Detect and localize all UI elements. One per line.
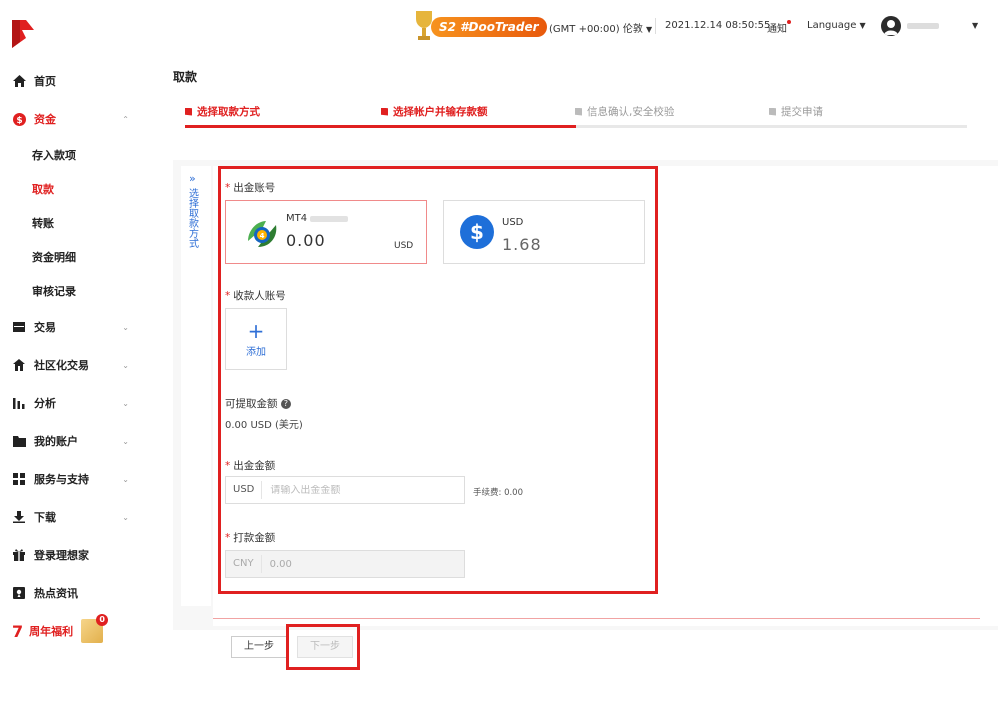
chevron-down-icon: ⌄ — [122, 474, 129, 484]
sidebar-item-label: 热点资讯 — [34, 587, 78, 600]
user-avatar[interactable] — [881, 16, 901, 36]
chevron-down-icon: ⌄ — [122, 322, 129, 332]
chevron-down-icon: ⌄ — [122, 360, 129, 370]
sidebar-item-label: 分析 — [34, 397, 56, 410]
flag-icon — [185, 107, 192, 116]
step-label: 选择取款方式 — [197, 106, 260, 118]
sidebar-item-ideal-home[interactable]: 登录理想家 — [0, 536, 155, 574]
notification-dot — [787, 20, 791, 24]
step-1: 选择取款方式 — [185, 104, 260, 119]
top-bar: S2 #DooTrader (GMT +00:00) 伦敦 ▼ 2021.12.… — [155, 0, 1002, 54]
language-select[interactable]: Language ▼ — [807, 20, 866, 31]
sidebar-item-label: 我的账户 — [34, 435, 78, 448]
notification-label: 通知 — [767, 24, 787, 35]
notification-link[interactable]: 通知 — [767, 20, 791, 35]
flag-icon — [381, 107, 388, 116]
progress-track — [185, 125, 967, 128]
sidebar-item-service[interactable]: 服务与支持 ⌄ — [0, 460, 155, 498]
folder-icon — [12, 434, 26, 448]
sidebar-item-home[interactable]: 首页 — [0, 62, 155, 100]
sidebar-item-social-trading[interactable]: 社区化交易 ⌄ — [0, 346, 155, 384]
sidebar-item-hot-news[interactable]: 热点资讯 — [0, 574, 155, 612]
brand-logo[interactable] — [12, 20, 34, 48]
chevron-down-icon: ⌄ — [122, 512, 129, 522]
dropdown-arrow-icon: ▼ — [646, 25, 653, 34]
funds-icon: $ — [12, 112, 26, 126]
highlight-box-next — [286, 624, 360, 670]
sidebar-item-trade[interactable]: 交易 ⌄ — [0, 308, 155, 346]
page-title: 取款 — [173, 70, 198, 84]
sidebar-item-label: 资金 — [34, 113, 56, 126]
flag-icon — [575, 107, 582, 116]
sidebar-subitem-audit-records[interactable]: 审核记录 — [0, 274, 155, 308]
download-icon — [12, 510, 26, 524]
user-icon — [884, 20, 898, 35]
gift-box-icon: 0 — [81, 614, 109, 643]
campaign-label: S2 #DooTrader — [431, 17, 547, 37]
sidebar-item-label: 下载 — [34, 511, 56, 524]
gift-icon — [12, 548, 26, 562]
separator — [655, 18, 656, 34]
language-label: Language — [807, 20, 857, 31]
divider — [213, 618, 980, 619]
home-icon — [12, 74, 26, 88]
timezone-select[interactable]: (GMT +00:00) 伦敦 ▼ — [549, 20, 652, 35]
social-home-icon — [12, 358, 26, 372]
sidebar-item-label: 首页 — [34, 75, 56, 88]
flag-icon — [769, 107, 776, 116]
chevron-up-icon: ⌃ — [122, 114, 129, 124]
step-2: 选择帐户并输存款额 — [381, 104, 488, 119]
stepper: 选择取款方式 选择帐户并输存款额 信息确认,安全校验 提交申请 — [185, 104, 967, 132]
collapsed-step-label: 选择取款方式 — [189, 189, 199, 250]
chevron-down-icon: ⌄ — [122, 436, 129, 446]
double-chevron-right-icon[interactable]: » — [189, 172, 196, 185]
step-label: 选择帐户并输存款额 — [393, 106, 488, 118]
step-label: 提交申请 — [781, 106, 823, 118]
sidebar-item-anniversary[interactable]: 7 周年福利 0 — [0, 612, 155, 650]
sidebar-subitem-deposit[interactable]: 存入款项 — [0, 138, 155, 172]
grid-icon — [12, 472, 26, 486]
sidebar-item-label: 登录理想家 — [34, 549, 89, 562]
user-name-redacted — [907, 23, 939, 29]
sidebar-item-my-accounts[interactable]: 我的账户 ⌄ — [0, 422, 155, 460]
sidebar-item-label: 社区化交易 — [34, 359, 89, 372]
sidebar-item-funds[interactable]: $ 资金 ⌃ — [0, 100, 155, 138]
progress-fill — [185, 125, 576, 128]
step-3: 信息确认,安全校验 — [575, 104, 674, 119]
sidebar-item-download[interactable]: 下载 ⌄ — [0, 498, 155, 536]
sidebar-subitem-fund-details[interactable]: 资金明细 — [0, 240, 155, 274]
sidebar: 首页 $ 资金 ⌃ 存入款项 取款 转账 资金明细 审核记录 交易 ⌄ 社区化交… — [0, 0, 155, 702]
dropdown-arrow-icon: ▼ — [859, 21, 866, 30]
user-menu-arrow-icon[interactable]: ▼ — [972, 21, 978, 30]
news-pin-icon — [12, 586, 26, 600]
anniversary-number: 7 — [12, 621, 24, 641]
collapsed-step-panel[interactable]: » 选择取款方式 — [181, 166, 211, 606]
datetime: 2021.12.14 08:50:55 — [665, 20, 771, 31]
sidebar-nav: 首页 $ 资金 ⌃ 存入款项 取款 转账 资金明细 审核记录 交易 ⌄ 社区化交… — [0, 62, 155, 650]
sidebar-subitem-withdraw[interactable]: 取款 — [0, 172, 155, 206]
sidebar-item-label: 交易 — [34, 321, 56, 334]
svg-text:$: $ — [16, 116, 22, 126]
prev-step-button[interactable]: 上一步 — [231, 636, 287, 658]
sidebar-item-label: 服务与支持 — [34, 473, 89, 486]
step-4: 提交申请 — [769, 104, 823, 119]
highlight-box-form — [218, 166, 658, 594]
campaign-badge[interactable]: S2 #DooTrader — [413, 9, 547, 45]
step-label: 信息确认,安全校验 — [587, 106, 675, 118]
sidebar-item-analysis[interactable]: 分析 ⌄ — [0, 384, 155, 422]
sidebar-subitem-transfer[interactable]: 转账 — [0, 206, 155, 240]
trade-icon — [12, 320, 26, 334]
sidebar-item-label: 周年福利 — [29, 625, 74, 638]
anniversary-badge: 0 — [96, 614, 109, 626]
timezone-value: (GMT +00:00) 伦敦 — [549, 24, 643, 35]
chevron-down-icon: ⌄ — [122, 398, 129, 408]
bar-chart-icon — [12, 396, 26, 410]
